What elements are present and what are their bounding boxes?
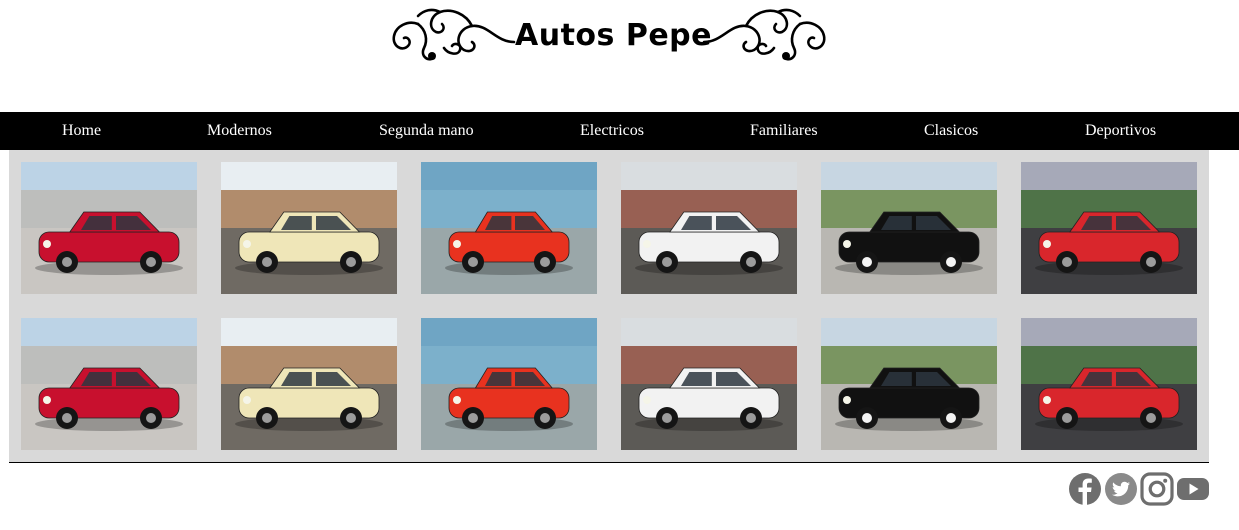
swirl-ornament-right-icon	[702, 8, 826, 61]
black-classic-convertible-thumbnail[interactable]	[821, 162, 997, 294]
nav-item-modernos[interactable]: Modernos	[207, 122, 272, 140]
social-links	[1068, 472, 1210, 506]
nav-item-clasicos[interactable]: Clasicos	[924, 122, 978, 140]
black-classic-convertible-thumbnail[interactable]	[821, 318, 997, 450]
site-header: Autos Pepe	[0, 0, 1239, 112]
nav-item-electricos[interactable]: Electricos	[580, 122, 644, 140]
white-ford-ka-thumbnail[interactable]	[621, 318, 797, 450]
nav-item-deportivos[interactable]: Deportivos	[1085, 122, 1156, 140]
red-electric-microcar-photo	[421, 318, 597, 450]
red-electric-microcar-photo	[421, 162, 597, 294]
facebook-icon[interactable]	[1068, 472, 1102, 506]
red-volkswagen-gol-photo	[1021, 318, 1197, 450]
site-title: Autos Pepe	[515, 18, 712, 53]
black-classic-convertible-photo	[821, 318, 997, 450]
red-volkswagen-gol-photo	[1021, 162, 1197, 294]
red-volkswagen-gol-thumbnail[interactable]	[1021, 162, 1197, 294]
youtube-icon[interactable]	[1176, 472, 1210, 506]
white-ford-ka-photo	[621, 162, 797, 294]
red-mini-cooper-thumbnail[interactable]	[21, 162, 197, 294]
swirl-ornament-left-icon	[392, 8, 516, 61]
black-classic-convertible-photo	[821, 162, 997, 294]
main-navigation: Home Modernos Segunda mano Electricos Fa…	[0, 112, 1239, 150]
red-mini-cooper-thumbnail[interactable]	[21, 318, 197, 450]
red-volkswagen-gol-thumbnail[interactable]	[1021, 318, 1197, 450]
car-gallery	[9, 150, 1209, 463]
nav-item-home[interactable]: Home	[62, 122, 101, 140]
red-electric-microcar-thumbnail[interactable]	[421, 318, 597, 450]
red-electric-microcar-thumbnail[interactable]	[421, 162, 597, 294]
white-ford-ka-thumbnail[interactable]	[621, 162, 797, 294]
nav-item-segunda-mano[interactable]: Segunda mano	[379, 122, 474, 140]
site-logo[interactable]: Autos Pepe	[388, 4, 830, 64]
cream-fiat-147-photo	[221, 162, 397, 294]
cream-fiat-147-thumbnail[interactable]	[221, 162, 397, 294]
twitter-icon[interactable]	[1104, 472, 1138, 506]
red-mini-cooper-photo	[21, 162, 197, 294]
white-ford-ka-photo	[621, 318, 797, 450]
instagram-icon[interactable]	[1140, 472, 1174, 506]
cream-fiat-147-thumbnail[interactable]	[221, 318, 397, 450]
nav-item-familiares[interactable]: Familiares	[750, 122, 818, 140]
cream-fiat-147-photo	[221, 318, 397, 450]
red-mini-cooper-photo	[21, 318, 197, 450]
